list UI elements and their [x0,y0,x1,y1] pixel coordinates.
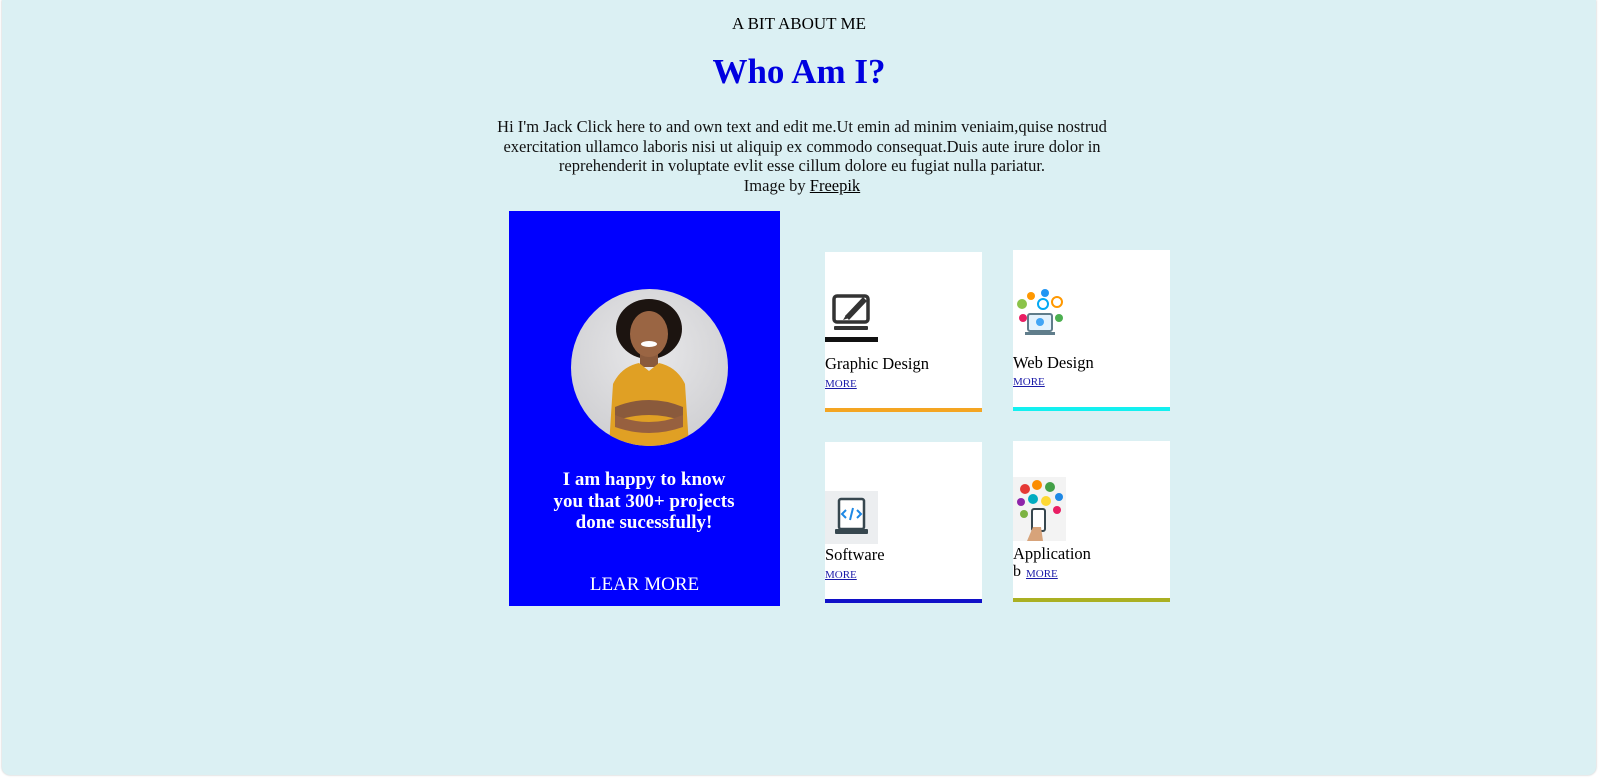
intro-paragraph: Hi I'm Jack Click here to and own text a… [482,117,1122,195]
laptop-pen-icon [825,290,878,343]
accent-bar [825,408,982,412]
web-network-icon [1013,288,1066,341]
freepik-link[interactable]: Freepik [810,176,860,195]
service-card-graphic-design: Graphic Design MORE [825,252,982,412]
graphic-design-more-link[interactable]: MORE [825,378,857,390]
service-label: Application [1013,544,1091,563]
service-label: Web Design [1013,353,1094,372]
service-label: Graphic Design [825,354,930,373]
service-prefix: b [1013,563,1021,580]
service-card-application: Application b MORE [1013,441,1170,602]
application-more-link[interactable]: MORE [1026,568,1058,580]
section-kicker: A BIT ABOUT ME [732,14,866,33]
profile-message: I am happy to know you that 300+ project… [553,469,735,533]
learn-more-button[interactable]: LEAR MORE [509,574,780,596]
service-card-web-design: Web Design MORE [1013,250,1170,411]
credit-prefix: Image by [743,175,806,195]
intro-text: Hi I'm Jack Click here to and own text a… [497,117,1107,175]
accent-bar [1013,407,1170,411]
accent-bar [825,599,982,603]
apps-phone-icon [1013,477,1066,541]
profile-card: I am happy to know you that 300+ project… [509,211,780,606]
software-more-link[interactable]: MORE [825,569,857,581]
service-label: Software [825,545,885,564]
web-design-more-link[interactable]: MORE [1013,376,1045,388]
page-title: Who Am I? [712,52,886,91]
service-card-software: Software MORE [825,442,982,603]
profile-avatar [571,289,728,446]
accent-bar [1013,598,1170,602]
page: A BIT ABOUT ME Who Am I? Hi I'm Jack Cli… [2,0,1596,775]
person-photo-icon [609,299,689,446]
code-laptop-icon [825,491,878,544]
